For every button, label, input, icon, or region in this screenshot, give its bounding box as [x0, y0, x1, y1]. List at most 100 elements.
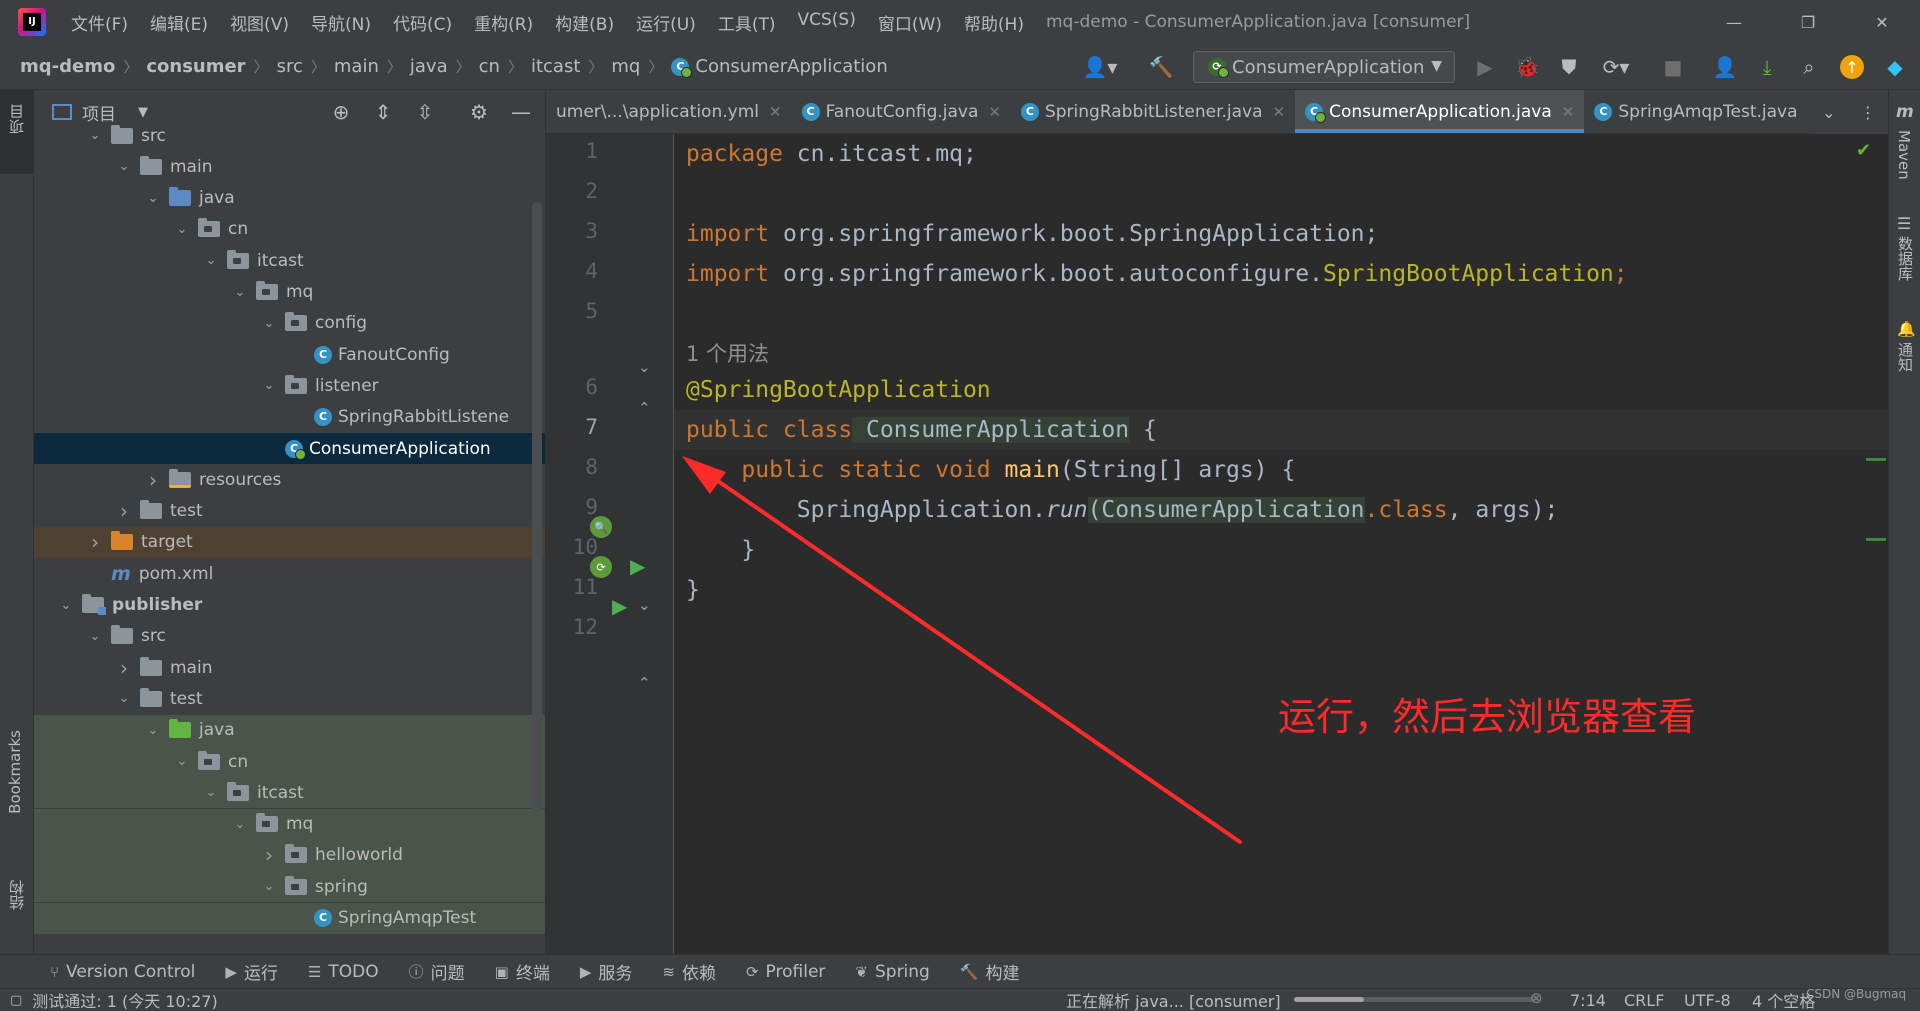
- run-configuration-select[interactable]: ⟳ ConsumerApplication ▼: [1193, 51, 1455, 83]
- line-number[interactable]: 10: [546, 535, 598, 559]
- editor-tab[interactable]: C ConsumerApplication.java ✕: [1295, 90, 1585, 133]
- tree-item[interactable]: ⌄ main: [34, 151, 545, 182]
- menu-item[interactable]: 窗口(W): [867, 10, 953, 35]
- menu-item[interactable]: 代码(C): [382, 10, 463, 35]
- line-number[interactable]: 4: [546, 259, 598, 283]
- tree-item[interactable]: ⌄ java: [34, 714, 545, 746]
- chevron-right-icon[interactable]: ›: [85, 530, 105, 554]
- line-number[interactable]: 5: [546, 299, 598, 323]
- chevron-down-icon[interactable]: ⌄: [230, 285, 250, 300]
- file-encoding[interactable]: UTF-8: [1684, 991, 1731, 1010]
- chevron-down-icon[interactable]: ⌄: [114, 691, 134, 706]
- tool-window-button[interactable]: ☰ TODO: [308, 962, 379, 982]
- tree-item[interactable]: ⌄ listener: [34, 370, 545, 401]
- tool-window-button[interactable]: ≋ 依赖: [662, 959, 716, 985]
- chevron-down-icon[interactable]: ⌄: [143, 191, 163, 206]
- chevron-right-icon[interactable]: ›: [114, 499, 134, 523]
- editor-tab[interactable]: C SpringRabbitListener.java ✕: [1011, 90, 1295, 133]
- close-tab-icon[interactable]: ✕: [988, 103, 1001, 121]
- tree-item[interactable]: ⌄ spring: [34, 871, 545, 903]
- build-hammer-icon[interactable]: 🔨: [1148, 54, 1174, 80]
- chevron-right-icon[interactable]: ›: [143, 468, 163, 492]
- chevron-right-icon[interactable]: ›: [114, 656, 134, 680]
- jetbrains-toolbox-icon[interactable]: ◆: [1882, 54, 1908, 80]
- line-number[interactable]: 12: [546, 615, 598, 639]
- toggle-tool-windows-icon[interactable]: ▢: [10, 993, 22, 1008]
- menu-item[interactable]: VCS(S): [786, 10, 866, 35]
- tool-window-button[interactable]: ⓘ 问题: [409, 959, 465, 984]
- line-number[interactable]: 1: [546, 139, 598, 163]
- tree-item[interactable]: › target: [34, 526, 545, 558]
- chevron-down-icon[interactable]: ⌄: [201, 785, 221, 800]
- tree-item[interactable]: › test: [34, 496, 545, 527]
- menu-item[interactable]: 运行(U): [625, 10, 707, 35]
- bookmarks-tool-tab[interactable]: Bookmarks: [6, 730, 24, 814]
- breadcrumb-item[interactable]: java 〉: [410, 56, 479, 77]
- line-number[interactable]: 2: [546, 179, 598, 203]
- account-icon[interactable]: 👤: [1712, 54, 1738, 80]
- tree-item[interactable]: ⌄ cn: [34, 746, 545, 777]
- cancel-progress-icon[interactable]: ⊗: [1530, 989, 1543, 1007]
- run-icon[interactable]: ▶: [1472, 54, 1498, 80]
- close-tab-icon[interactable]: ✕: [769, 103, 782, 121]
- vcs-user-icon[interactable]: 👤▾: [1080, 54, 1120, 80]
- line-number[interactable]: 11: [546, 575, 598, 599]
- tool-window-button[interactable]: ⑂ Version Control: [50, 962, 195, 982]
- tree-item[interactable]: ⌄ itcast: [34, 245, 545, 276]
- tree-item[interactable]: ⌄ itcast: [34, 777, 545, 809]
- structure-tool-tab[interactable]: 结构: [6, 880, 27, 910]
- chevron-down-icon[interactable]: ⌄: [85, 629, 105, 644]
- editor-tab[interactable]: CSpringAmqpTest.java✕: [1584, 90, 1830, 133]
- tree-item[interactable]: › helloworld: [34, 839, 545, 871]
- breadcrumb-item[interactable]: consumer 〉: [146, 56, 276, 77]
- menu-item[interactable]: 构建(B): [544, 10, 625, 35]
- fold-icon[interactable]: ⌃: [638, 399, 651, 417]
- code-editor[interactable]: package cn.itcast.mq; import org.springf…: [674, 134, 1888, 954]
- line-number[interactable]: 3: [546, 219, 598, 243]
- line-number[interactable]: 7: [546, 415, 598, 439]
- chevron-right-icon[interactable]: ›: [259, 843, 279, 867]
- maven-tool-tab[interactable]: Maven: [1895, 130, 1913, 180]
- fold-icon[interactable]: ⌃: [638, 674, 651, 692]
- tree-item[interactable]: ⌄ src: [34, 621, 545, 652]
- menu-item[interactable]: 文件(F): [60, 10, 139, 35]
- tree-item[interactable]: C ConsumerApplication: [34, 433, 545, 464]
- tree-item[interactable]: C FanoutConfig: [34, 339, 545, 370]
- chevron-down-icon[interactable]: ⌄: [230, 817, 250, 832]
- close-tab-icon[interactable]: ✕: [1562, 103, 1575, 121]
- more-vertical-icon[interactable]: ⋮: [1860, 103, 1876, 122]
- menu-item[interactable]: 导航(N): [300, 10, 382, 35]
- editor-tab[interactable]: C FanoutConfig.java ✕: [792, 90, 1011, 133]
- chevron-down-icon[interactable]: ⌄: [143, 723, 163, 738]
- menu-item[interactable]: 重构(R): [463, 10, 544, 35]
- run-gutter-icon[interactable]: ▶: [612, 594, 627, 618]
- status-test-result[interactable]: 测试通过: 1 (今天 10:27): [32, 988, 217, 1011]
- breadcrumb-item[interactable]: main 〉: [334, 56, 410, 77]
- breadcrumb-item[interactable]: cn 〉: [479, 56, 531, 77]
- restore-icon[interactable]: ❐: [1778, 0, 1838, 44]
- chevron-down-icon[interactable]: ⌄: [172, 754, 192, 769]
- line-number[interactable]: 8: [546, 455, 598, 479]
- line-number[interactable]: 9: [546, 495, 598, 519]
- chevron-down-icon[interactable]: ⌄: [259, 879, 279, 894]
- tree-item[interactable]: ⌄ mq: [34, 808, 545, 840]
- chevron-down-icon[interactable]: ⌄: [259, 316, 279, 331]
- notifications-tool-tab[interactable]: 通知: [1895, 342, 1916, 372]
- fold-icon[interactable]: ⌄: [638, 596, 651, 614]
- profile-icon[interactable]: ⟳▾: [1596, 54, 1636, 80]
- search-icon[interactable]: ⌕: [1796, 54, 1822, 80]
- tree-item[interactable]: C SpringRabbitListene: [34, 402, 545, 433]
- line-number[interactable]: 6: [546, 375, 598, 399]
- database-tool-tab[interactable]: 数据库: [1895, 236, 1916, 281]
- debug-icon[interactable]: 🐞: [1514, 54, 1540, 80]
- fold-icon[interactable]: ⌄: [638, 358, 651, 376]
- caret-position[interactable]: 7:14: [1570, 991, 1606, 1010]
- tree-item[interactable]: ⌄ cn: [34, 214, 545, 245]
- ide-update-icon[interactable]: ↑: [1840, 55, 1864, 79]
- minimize-icon[interactable]: —: [1704, 0, 1764, 44]
- tool-window-button[interactable]: ▶ 服务: [580, 959, 633, 985]
- line-separator[interactable]: CRLF: [1624, 991, 1664, 1010]
- tree-item[interactable]: m pom.xml: [34, 558, 545, 589]
- tree-item[interactable]: C SpringAmqpTest: [34, 902, 545, 934]
- tree-item[interactable]: ⌄ config: [34, 308, 545, 339]
